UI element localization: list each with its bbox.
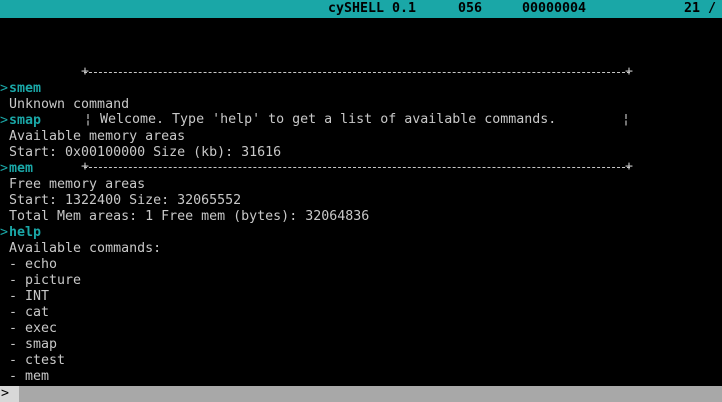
log-line: - INT [9,289,50,304]
log-line: - exec [9,321,58,336]
log-line: Start: 0x00100000 Size (kb): 31616 [9,145,282,160]
log-line: - mem [9,369,50,384]
prompt-symbol: > [0,225,9,240]
log-line: - echo [9,257,58,272]
log-line: > help [0,225,722,241]
log-line: > mem [0,161,722,177]
log-line: - picture [9,273,82,288]
status-bar: cySHELL 0.1 056 00000004 21 / [0,0,722,18]
input-prompt-symbol: > [0,386,20,402]
status-right: 21 / [684,1,717,16]
shell-title: cySHELL 0.1 [328,1,417,16]
log-line: - ctest [9,353,66,368]
command-input[interactable] [19,386,722,402]
log-line: Free memory areas [9,177,146,192]
log-line: Total Mem areas: 1 Free mem (bytes): 320… [9,209,370,224]
command-text: smap [9,113,42,128]
banner-top-border [81,64,633,80]
command-input-bar[interactable]: > [0,386,722,402]
command-text: help [9,225,42,240]
output-log: > smem Unknown command > smap Available me… [0,81,722,385]
status-address: 00000004 [522,1,587,16]
command-text: mem [9,161,34,176]
log-line: > smap [0,113,722,129]
log-line: > smem [0,81,722,97]
prompt-symbol: > [0,113,9,128]
log-line: - smap [9,337,58,352]
status-count: 056 [458,1,483,16]
log-line: - cat [9,305,50,320]
prompt-symbol: > [0,81,9,96]
command-text: smem [9,81,42,96]
log-line: Start: 1322400 Size: 32065552 [9,193,242,208]
log-line: Unknown command [9,97,130,112]
prompt-symbol: > [0,161,9,176]
terminal-screen: cySHELL 0.1 056 00000004 21 / ¦ Welcome.… [0,0,722,402]
log-line: Available commands: [9,241,162,256]
log-line: Available memory areas [9,129,186,144]
